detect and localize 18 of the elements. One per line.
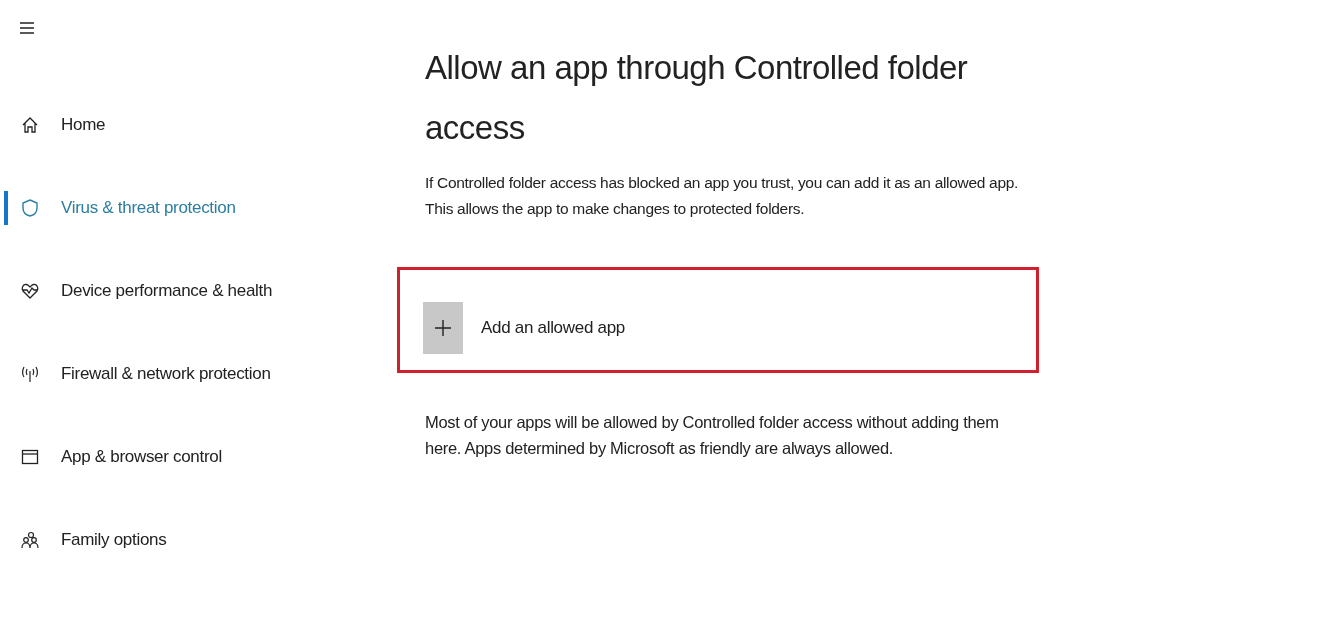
sidebar-item[interactable]: Device performance & health [4,274,340,308]
plus-icon [434,319,452,337]
add-app-button[interactable]: Add an allowed app [423,302,625,354]
sidebar-item[interactable]: Family options [4,523,340,557]
description-text: If Controlled folder access has blocked an app you trust, you can add it as an allowed app. This allows the app to make changes to protected folders. [425,173,1020,219]
antenna-icon [20,364,40,384]
home-icon [20,115,40,135]
sidebar-item[interactable]: Home [4,108,340,142]
page-title: Allow an app through Controlled folder access [425,48,969,148]
shield-icon [20,198,40,218]
sidebar-item[interactable]: Virus & threat protection [4,191,340,225]
people-icon [20,530,40,550]
menu-icon[interactable] [20,22,34,34]
heart-icon [20,281,40,301]
sidebar-item[interactable]: Firewall & network protection [4,357,340,391]
sidebar-item[interactable]: App & browser control [4,440,340,474]
note-text: Most of your apps will be allowed by Controlled folder access without adding them here. Apps determined by Microsoft as friendly are always allowed. [425,412,1000,459]
window-icon [20,447,40,467]
